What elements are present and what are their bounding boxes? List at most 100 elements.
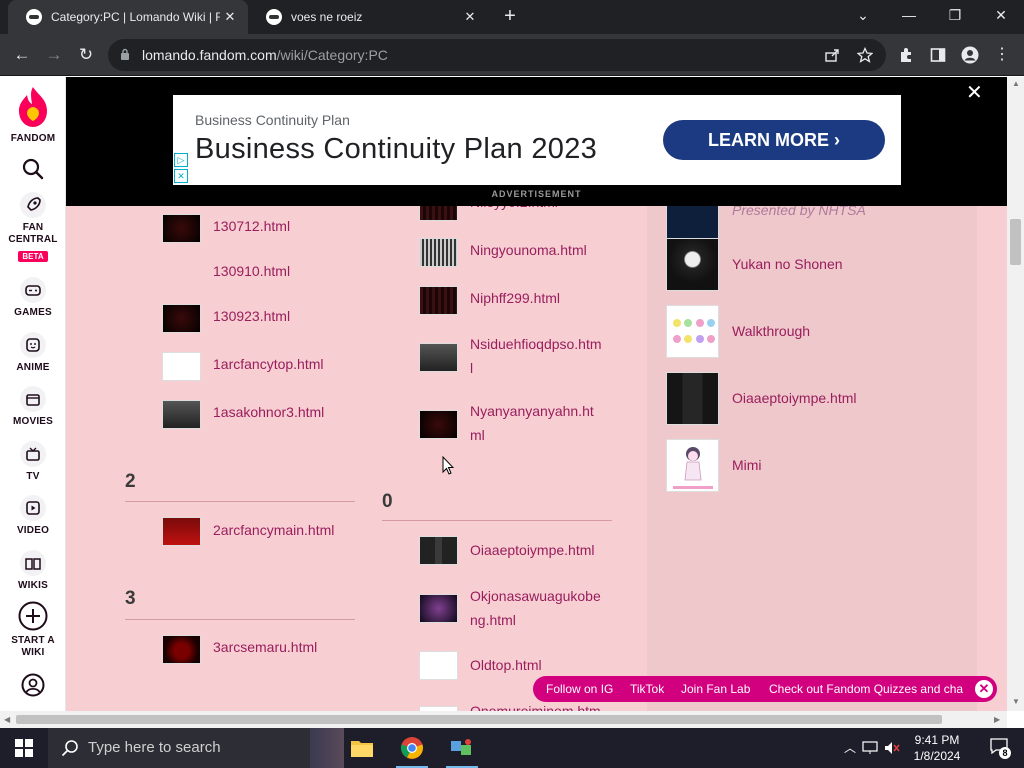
profile-icon[interactable] (961, 46, 979, 64)
back-button[interactable]: ← (10, 43, 34, 67)
close-cta-icon[interactable]: ✕ (975, 680, 993, 698)
page-link[interactable]: Oiaaeptoiympe.html (470, 538, 595, 563)
follow-on-ig-link[interactable]: Follow on IG (546, 682, 613, 696)
page-link-continued[interactable]: ml (470, 423, 485, 448)
rail-item-video[interactable]: VIDEO (0, 495, 66, 537)
tab-voes-ne-roeiz[interactable]: voes ne roeiz ✕ (248, 0, 488, 34)
thumbnail[interactable] (162, 304, 201, 333)
thumbnail[interactable] (162, 400, 201, 429)
ad-subtitle[interactable]: Business Continuity Plan (195, 112, 350, 128)
start-button[interactable] (0, 728, 48, 768)
clock[interactable]: 9:41 PM 1/8/2024 (902, 732, 972, 764)
rail-item-fan-central[interactable]: FAN CENTRAL BETA (0, 192, 66, 264)
page-link[interactable]: 2arcfancymain.html (213, 518, 334, 543)
thumbnail[interactable] (419, 536, 458, 565)
tab-category-pc[interactable]: Category:PC | Lomando Wiki | Fa ✕ (8, 0, 248, 34)
ad-close-icon[interactable]: ✕ (174, 169, 188, 183)
thumbnail[interactable] (419, 651, 458, 680)
scroll-down-arrow-icon[interactable]: ▼ (1012, 697, 1020, 706)
sponsor-thumbnail[interactable] (666, 206, 719, 241)
search-button[interactable] (0, 157, 66, 181)
sidebar-thumbnail[interactable] (666, 439, 719, 492)
side-panel-icon[interactable] (930, 47, 946, 63)
close-tab-icon[interactable]: ✕ (220, 9, 240, 25)
forward-button[interactable]: → (42, 43, 66, 67)
page-link[interactable]: 130712.html (213, 214, 290, 239)
page-link-continued[interactable]: l (470, 356, 473, 381)
thumbnail[interactable] (419, 410, 458, 439)
thumbnail[interactable] (162, 352, 201, 381)
vertical-scrollbar[interactable]: ▲ ▼ (1007, 77, 1024, 711)
bookmark-star-icon[interactable] (857, 47, 873, 63)
volume-muted-icon[interactable] (884, 741, 900, 755)
scroll-up-arrow-icon[interactable]: ▲ (1012, 79, 1020, 88)
share-icon[interactable] (824, 47, 840, 63)
sidebar-thumbnail[interactable] (666, 372, 719, 425)
app-taskbar-button[interactable] (438, 728, 486, 768)
tiktok-link[interactable]: TikTok (630, 682, 664, 696)
rail-item-movies[interactable]: MOVIES (0, 386, 66, 428)
scroll-right-arrow-icon[interactable]: ▶ (994, 715, 1000, 724)
page-link[interactable]: Nsiduehfioqdpso.htm (470, 332, 602, 357)
page-link[interactable]: 1asakohnor3.html (213, 400, 324, 425)
rail-item-tv[interactable]: TV (0, 441, 66, 483)
fandom-logo[interactable]: FANDOM (0, 85, 66, 145)
rail-item-wikis[interactable]: WIKIS (0, 550, 66, 592)
sidebar-link[interactable]: Oiaaeptoiympe.html (732, 386, 857, 411)
close-tab-icon[interactable]: ✕ (460, 9, 480, 25)
learn-more-button[interactable]: LEARN MORE › (663, 120, 885, 160)
thumbnail[interactable] (419, 343, 458, 372)
chrome-menu-icon[interactable]: ⋮ (990, 43, 1014, 67)
page-link[interactable]: Nileyy0.2.html (470, 206, 558, 215)
extensions-icon[interactable] (898, 47, 914, 63)
sidebar-link[interactable]: Walkthrough (732, 319, 810, 344)
page-link[interactable]: Nyanyanyanyahn.ht (470, 399, 594, 424)
close-window-button[interactable]: ✕ (978, 0, 1024, 32)
rail-item-anime[interactable]: ANIME (0, 332, 66, 374)
close-ad-icon[interactable]: ✕ (966, 80, 983, 105)
page-link[interactable]: 3arcsemaru.html (213, 635, 317, 660)
join-fan-lab-link[interactable]: Join Fan Lab (681, 682, 750, 696)
lock-icon[interactable] (120, 48, 130, 60)
file-explorer-button[interactable] (338, 728, 386, 768)
thumbnail[interactable] (162, 635, 201, 664)
user-account-button[interactable] (0, 673, 66, 697)
chrome-taskbar-button[interactable] (388, 728, 436, 768)
thumbnail[interactable] (162, 517, 201, 546)
search-placeholder[interactable]: Type here to search (88, 739, 221, 756)
scroll-left-arrow-icon[interactable]: ◀ (4, 715, 10, 724)
ad-banner[interactable]: Business Continuity Plan Business Contin… (173, 95, 901, 185)
thumbnail[interactable] (419, 594, 458, 623)
url-text[interactable]: lomando.fandom.com/wiki/Category:PC (142, 47, 388, 63)
minimize-button[interactable]: — (886, 0, 932, 32)
page-link[interactable]: Okjonasawuagukobe (470, 584, 601, 609)
rail-item-games[interactable]: GAMES (0, 277, 66, 319)
page-link-continued[interactable]: ng.html (470, 608, 516, 633)
address-bar[interactable]: lomando.fandom.com/wiki/Category:PC (108, 39, 886, 71)
new-tab-button[interactable]: + (499, 6, 521, 28)
vertical-scroll-thumb[interactable] (1010, 219, 1021, 265)
page-link[interactable]: 130923.html (213, 304, 290, 329)
fandom-quizzes-link[interactable]: Check out Fandom Quizzes and cha (769, 682, 963, 696)
page-link[interactable]: Ningyounoma.html (470, 238, 587, 263)
rail-item-start-a-wiki[interactable]: START A WIKI (0, 601, 66, 659)
horizontal-scrollbar[interactable]: ◀ ▶ (0, 711, 1007, 728)
page-link[interactable]: 130910.html (213, 259, 290, 284)
page-link[interactable]: Oldtop.html (470, 653, 542, 678)
page-link[interactable]: Niphff299.html (470, 286, 560, 311)
notifications-button[interactable]: 8 (990, 738, 1012, 759)
sidebar-link[interactable]: Yukan no Shonen (732, 252, 843, 277)
reload-button[interactable]: ↻ (74, 43, 98, 67)
thumbnail[interactable] (419, 206, 458, 221)
horizontal-scroll-thumb[interactable] (16, 715, 942, 724)
network-icon[interactable] (862, 741, 878, 755)
thumbnail[interactable] (419, 238, 458, 267)
thumbnail[interactable] (419, 286, 458, 315)
sidebar-link[interactable]: Mimi (732, 453, 762, 478)
sidebar-thumbnail[interactable] (666, 305, 719, 358)
tab-search-icon[interactable]: ⌄ (840, 0, 886, 32)
sidebar-thumbnail[interactable] (666, 238, 719, 291)
restore-button[interactable]: ❐ (932, 0, 978, 32)
adchoices-icon[interactable]: ▷ (174, 153, 188, 167)
presented-by-text[interactable]: Presented by NHTSA (732, 206, 866, 218)
